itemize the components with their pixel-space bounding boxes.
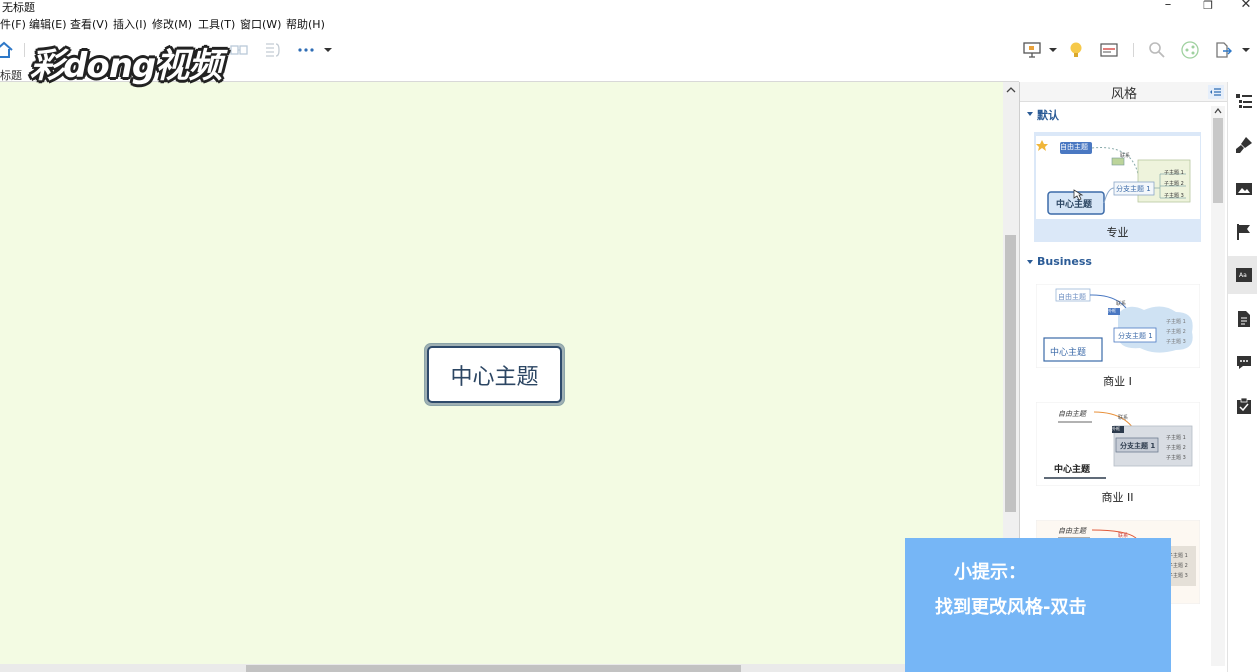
preview-subtopic: 子主题 1 [1166,435,1186,441]
section-business-header[interactable]: Business [1037,255,1092,268]
preview-subtopic: 子主题 3 [1164,193,1184,199]
preview-note-label: 外框 [1112,426,1120,431]
scrollbar-thumb[interactable] [1213,118,1223,203]
share-icon[interactable] [1180,40,1200,60]
preview-link-label: 联系 [1120,153,1131,159]
style-panel-title: 风格 [1110,87,1137,102]
image-icon[interactable] [1235,180,1253,198]
comments-icon[interactable] [1235,353,1253,371]
tab-untitled[interactable]: 标题 [0,67,22,83]
notes-document-icon[interactable] [1235,310,1253,328]
title-bar: 无标题 – ❐ ✕ [0,0,1257,14]
summary-icon[interactable] [262,40,282,60]
svg-text:Aa: Aa [1239,272,1247,279]
preview-central-topic: 中心主题 [1056,200,1093,210]
outline-view-icon[interactable] [1099,40,1119,60]
preview-central-topic: 中心主题 [1054,465,1091,475]
menu-file[interactable]: 件(F) [0,16,26,32]
preview-branch-topic: 分支主题 1 [1116,185,1151,193]
menu-window[interactable]: 窗口(W) [240,16,281,32]
video-watermark-logo: 彩dong视频 [30,36,226,86]
style-card-business-2[interactable]: 自由主题 联系 外框 分支主题 1 中心主题 子主题 1 子主题 2 子主题 3… [1034,402,1201,506]
preview-float-topic: 自由主题 [1058,410,1086,418]
style-panel-icon[interactable]: Aa [1235,266,1253,284]
menu-insert[interactable]: 插入(I) [113,16,147,32]
marker-flag-icon[interactable] [1235,223,1253,241]
format-brush-icon[interactable] [1235,136,1253,154]
preview-subtopic: 子主题 1 [1164,170,1184,176]
preview-subtopic: 子主题 3 [1166,339,1186,345]
preview-central-topic: 中心主题 [1050,348,1087,358]
preview-float-topic: 自由主题 [1058,293,1086,301]
scroll-up-arrow-icon[interactable] [1213,107,1223,115]
panel-menu-icon[interactable] [1208,85,1224,99]
scroll-up-arrow-icon[interactable] [1005,85,1017,95]
close-button[interactable]: ✕ [1231,0,1257,13]
preview-branch-topic: 分支主题 1 [1118,332,1153,340]
right-sidebar-strip: Aa [1227,82,1257,672]
style-card-professional[interactable]: 自由主题 联系 分支主题 1 中心主题 子主题 1 子主题 2 子主题 3 专业 [1034,132,1201,242]
preview-subtopic: 子主题 2 [1166,445,1186,451]
toolbar-separator [24,43,25,57]
central-topic-label: 中心主题 [427,346,562,403]
watermark-text: 彩dong视频 [30,46,222,86]
minimize-button[interactable]: – [1153,0,1183,13]
window-title: 无标题 [2,1,35,14]
task-clipboard-icon[interactable] [1235,397,1253,415]
more-dropdown-icon[interactable] [321,40,341,60]
restore-button[interactable]: ❐ [1193,0,1223,15]
more-icon[interactable] [296,40,316,60]
tip-title: 小提示： [954,562,1026,583]
home-icon[interactable] [0,40,14,60]
section-default-header[interactable]: 默认 [1037,107,1059,123]
tip-overlay: 小提示： 找到更改风格-双击 [905,538,1171,672]
preview-subtopic: 子主题 1 [1166,319,1186,325]
presentation-dropdown-icon[interactable] [1045,40,1065,60]
style-card-label: 商业 II [1101,491,1134,504]
style-card-label: 商业 I [1103,375,1132,388]
preview-branch-topic: 分支主题 1 [1120,442,1156,450]
menu-bar: 件(F) 编辑(E) 查看(V) 插入(I) 修改(M) 工具(T) 窗口(W)… [0,15,1257,33]
idea-bulb-icon[interactable] [1066,40,1086,60]
search-icon[interactable] [1147,40,1167,60]
section-collapse-icon[interactable] [1027,259,1033,265]
menu-help[interactable]: 帮助(H) [286,16,325,32]
style-card-label: 专业 [1106,226,1129,239]
scrollbar-thumb[interactable] [246,665,741,672]
preview-subtopic: 子主题 2 [1166,329,1186,335]
menu-edit[interactable]: 编辑(E) [29,16,67,32]
preview-subtopic: 子主题 3 [1166,455,1186,461]
style-card-business-1[interactable]: 自由主题 联系 外框 分支主题 1 中心主题 子主题 1 子主题 2 子主题 3… [1034,284,1201,388]
export-dropdown-icon[interactable] [1238,40,1257,60]
preview-float-topic: 自由主题 [1060,143,1088,151]
presentation-icon[interactable] [1022,40,1042,60]
preview-float-topic: 自由主题 [1058,527,1086,535]
menu-modify[interactable]: 修改(M) [152,16,192,32]
style-panel-scrollbar[interactable] [1211,106,1225,666]
canvas-horizontal-scrollbar[interactable] [0,664,1004,672]
preview-note-label: 外框 [1108,308,1116,313]
tip-text: 找到更改风格-双击 [935,597,1087,618]
scrollbar-thumb[interactable] [1005,235,1016,512]
preview-link-label: 联系 [1116,301,1127,307]
central-topic[interactable]: 中心主题 [424,343,565,406]
section-collapse-icon[interactable] [1027,111,1033,117]
menu-view[interactable]: 查看(V) [70,16,108,32]
preview-subtopic: 子主题 2 [1164,181,1184,187]
preview-link-label: 联系 [1118,415,1129,421]
relationship-icon[interactable] [229,40,249,60]
style-panel-header: 风格 [1020,82,1228,102]
outline-list-icon[interactable] [1235,92,1253,110]
menu-tools[interactable]: 工具(T) [198,16,235,32]
export-icon[interactable] [1213,40,1233,60]
toolbar-separator [1133,43,1134,57]
